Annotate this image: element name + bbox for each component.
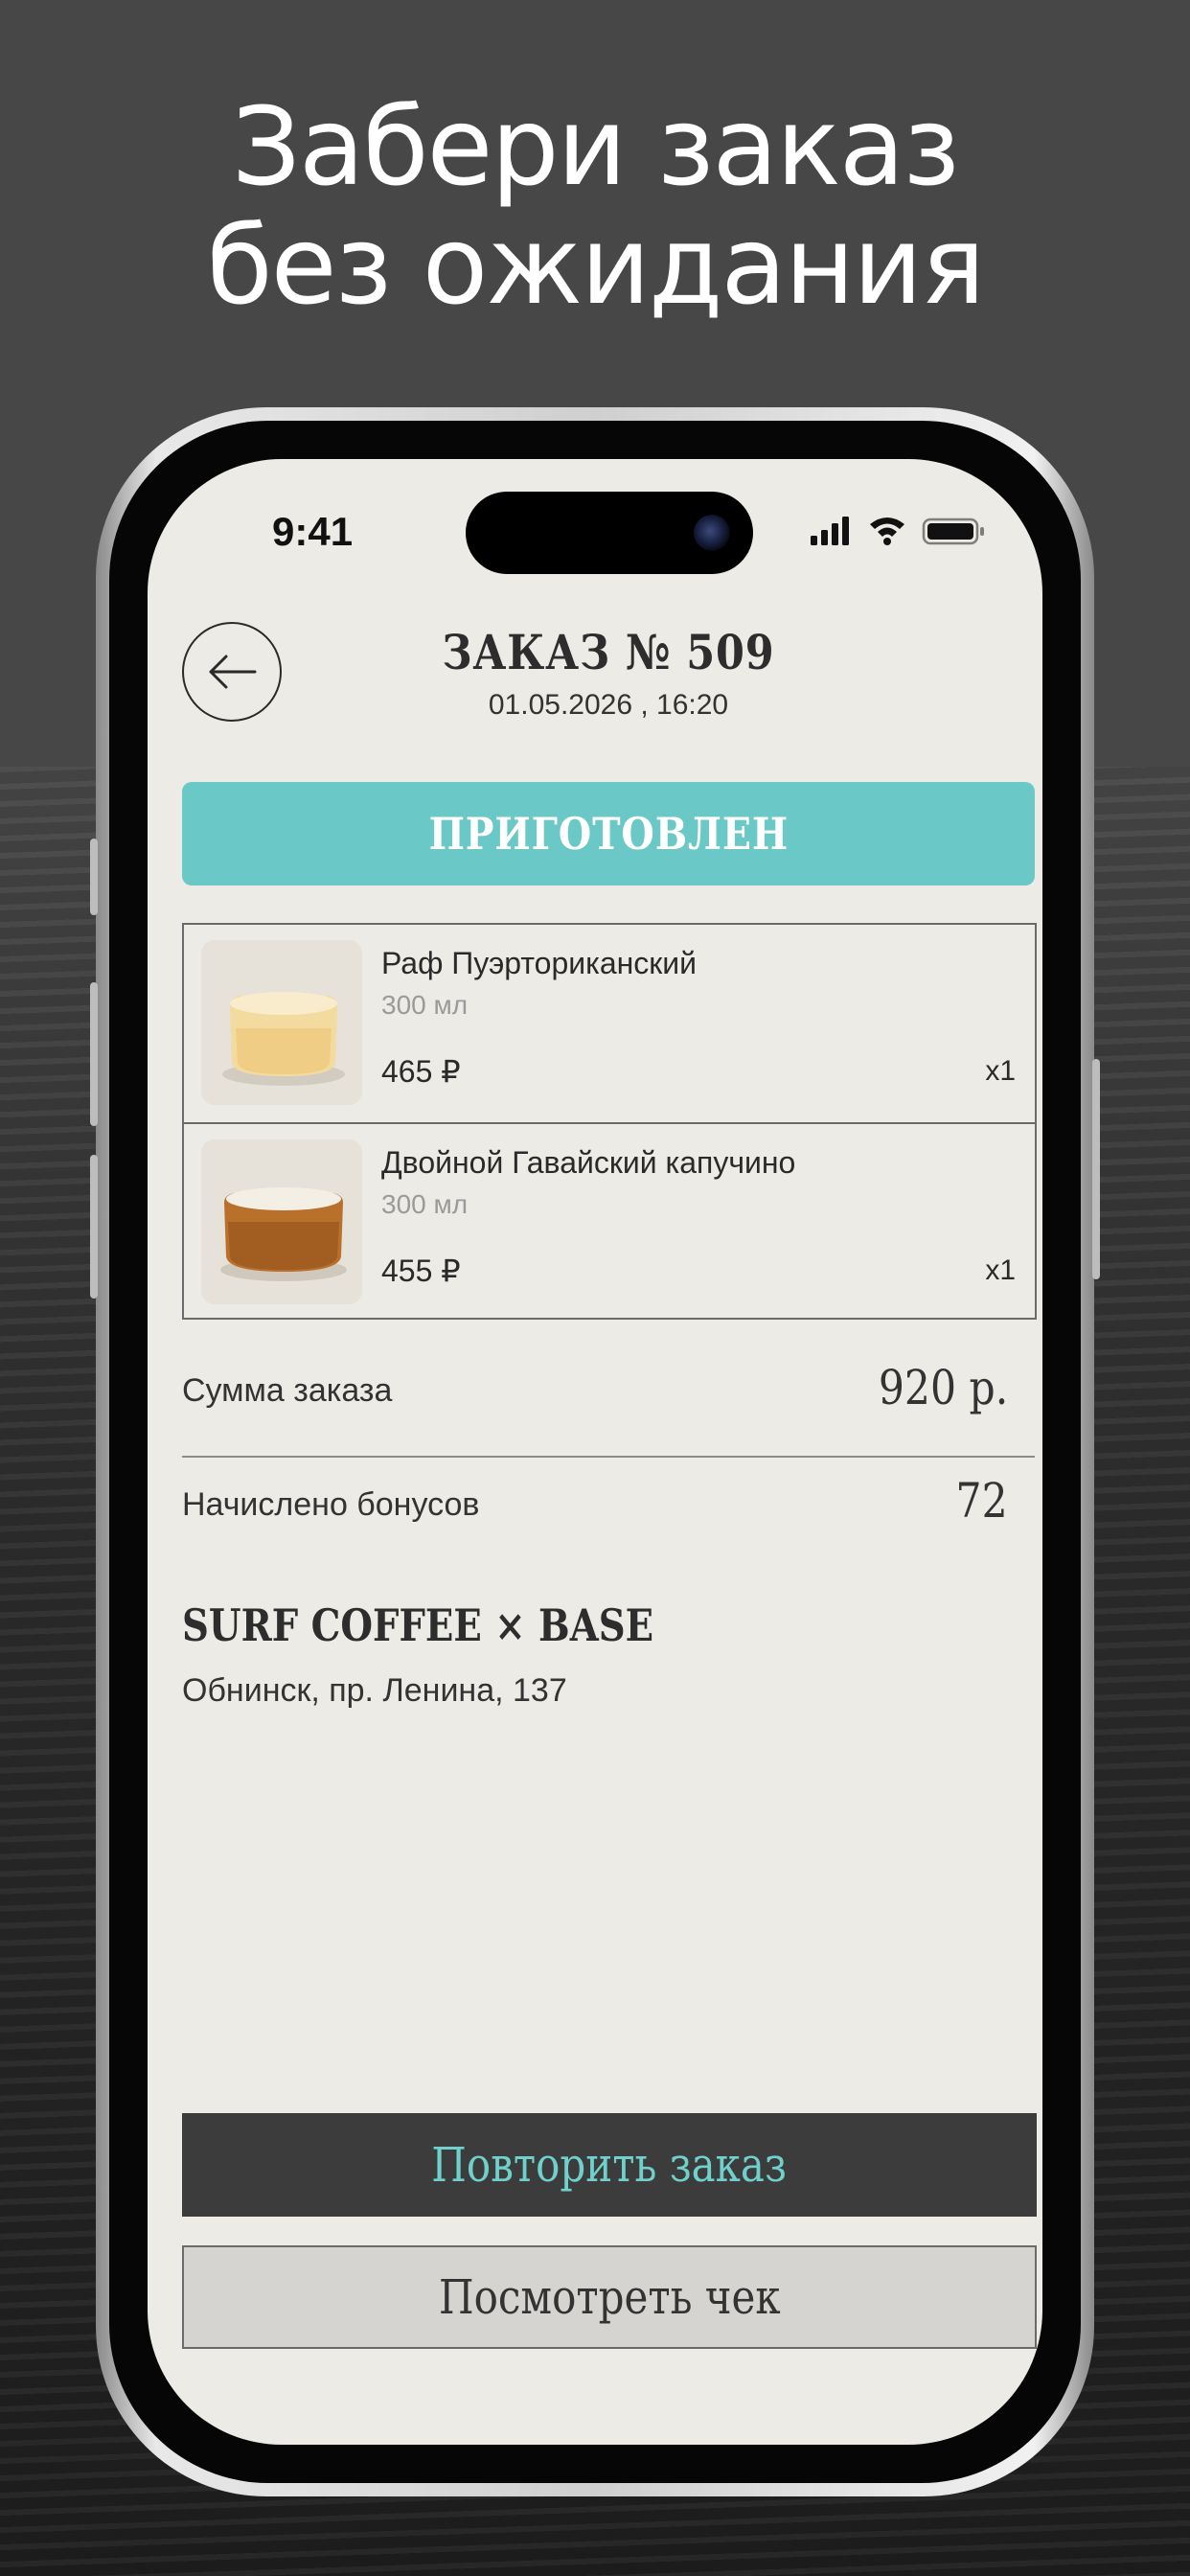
cappuccino-cup-image xyxy=(201,1139,362,1304)
bonus-label: Начислено бонусов xyxy=(182,1486,480,1523)
view-receipt-label: Посмотреть чек xyxy=(438,2269,781,2325)
status-icons xyxy=(811,517,984,545)
item-price: 465 ₽ xyxy=(381,1054,461,1089)
raf-cup-image xyxy=(201,940,362,1105)
wifi-icon xyxy=(870,518,904,545)
battery-icon xyxy=(922,518,984,545)
item-volume: 300 мл xyxy=(381,990,469,1020)
headline-line-2: без ожидания xyxy=(206,204,986,329)
store-name: SURF COFFEE × BASE xyxy=(182,1599,654,1651)
list-item[interactable]: Двойной Гавайский капучино 300 мл 455 ₽ … xyxy=(184,1122,1035,1322)
item-price: 455 ₽ xyxy=(381,1254,461,1288)
item-name: Раф Пуэрториканский xyxy=(381,946,698,980)
total-value: 920 р. xyxy=(878,1360,1008,1415)
camera-icon xyxy=(694,515,730,551)
order-status-text: ПРИГОТОВЛЕН xyxy=(428,808,789,860)
list-item[interactable]: Раф Пуэрториканский 300 мл 465 ₽ x1 xyxy=(184,925,1035,1122)
order-items-list: Раф Пуэрториканский 300 мл 465 ₽ x1 Двой… xyxy=(182,923,1037,1320)
view-receipt-button[interactable]: Посмотреть чек xyxy=(182,2245,1037,2349)
phone-bezel: 9:41 ЗАКАЗ № 509 01.05.2026 , 16:20 ПРИГ… xyxy=(109,421,1081,2483)
volume-down-button xyxy=(90,1155,98,1299)
promo-headline: Забери заказ без ожидания xyxy=(0,88,1190,326)
headline-line-1: Забери заказ xyxy=(232,85,960,210)
status-time: 9:41 xyxy=(272,509,354,554)
repeat-order-label: Повторить заказ xyxy=(431,2137,788,2193)
repeat-order-button[interactable]: Повторить заказ xyxy=(182,2113,1037,2217)
item-quantity: x1 xyxy=(985,1055,1016,1087)
drink-image xyxy=(201,940,362,1105)
order-date: 01.05.2026 , 16:20 xyxy=(488,689,729,721)
phone-screen: 9:41 ЗАКАЗ № 509 01.05.2026 , 16:20 ПРИГ… xyxy=(148,459,1042,2445)
item-volume: 300 мл xyxy=(381,1189,469,1219)
order-status-badge: ПРИГОТОВЛЕН xyxy=(182,782,1035,886)
action-button xyxy=(90,839,98,915)
total-label: Сумма заказа xyxy=(182,1372,393,1409)
divider xyxy=(182,1456,1035,1458)
signal-icon xyxy=(811,517,849,545)
item-name: Двойной Гавайский капучино xyxy=(381,1145,796,1180)
drink-image xyxy=(201,1139,362,1304)
item-quantity: x1 xyxy=(985,1254,1016,1286)
order-title: ЗАКАЗ № 509 xyxy=(442,624,775,680)
power-button xyxy=(1092,1059,1100,1279)
store-address: Обнинск, пр. Ленина, 137 xyxy=(182,1672,567,1709)
volume-up-button xyxy=(90,982,98,1126)
phone-frame: 9:41 ЗАКАЗ № 509 01.05.2026 , 16:20 ПРИГ… xyxy=(90,407,1100,2496)
bonus-value: 72 xyxy=(955,1473,1008,1529)
